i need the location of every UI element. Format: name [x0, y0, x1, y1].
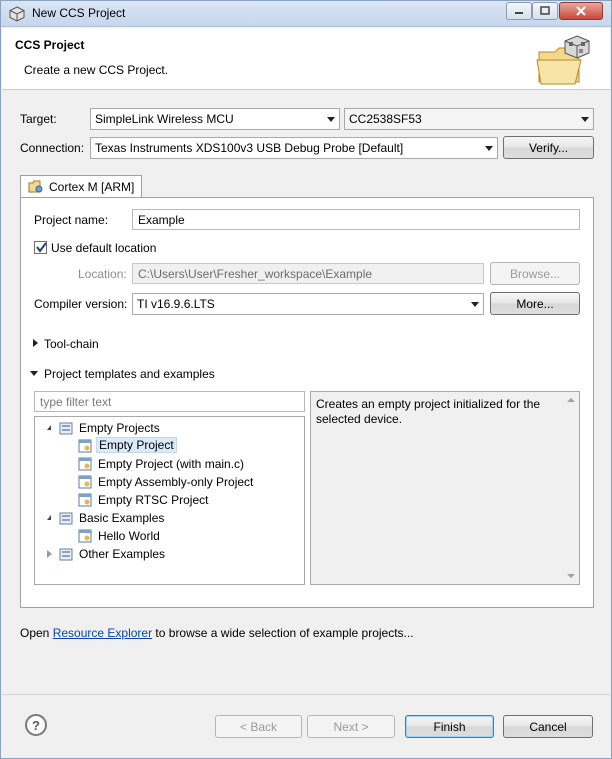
title-bar[interactable]: New CCS Project: [1, 1, 611, 27]
tree-label: Empty Projects: [79, 421, 160, 435]
tree-node-basic-examples[interactable]: Basic Examples: [35, 509, 304, 527]
tree-node-empty-projects[interactable]: Empty Projects: [35, 419, 304, 437]
footer-divider: [2, 694, 610, 695]
minimize-button[interactable]: [506, 2, 532, 20]
close-button[interactable]: [559, 2, 603, 20]
help-icon: ?: [32, 717, 40, 733]
tree-label: Empty RTSC Project: [98, 493, 209, 507]
tree-label: Empty Project (with main.c): [98, 457, 245, 471]
chevron-down-icon: [581, 117, 589, 122]
tab-label: Cortex M [ARM]: [49, 180, 135, 194]
close-icon: [576, 6, 586, 16]
folder-icon: [59, 548, 73, 561]
expanded-icon[interactable]: [47, 425, 51, 430]
tree-label: Other Examples: [79, 547, 166, 561]
project-name-input[interactable]: Example: [132, 209, 580, 230]
project-icon: [78, 475, 92, 489]
tree-label: Hello World: [98, 529, 160, 543]
project-name-label: Project name:: [34, 213, 109, 227]
connection-label: Connection:: [20, 141, 85, 155]
chevron-down-icon: [327, 117, 335, 122]
toolchain-section-label[interactable]: Tool-chain: [44, 337, 99, 351]
chevron-down-icon: [485, 146, 493, 151]
folder-icon: [59, 512, 73, 525]
chevron-down-icon[interactable]: [30, 371, 38, 376]
target-device-value: CC2538SF53: [349, 112, 422, 126]
maximize-button[interactable]: [532, 2, 558, 20]
project-icon: [78, 529, 92, 543]
project-icon: [78, 439, 92, 453]
tree-node-empty-project-main[interactable]: Empty Project (with main.c): [35, 455, 304, 473]
minimize-icon: [515, 12, 523, 14]
resource-prefix: Open: [20, 626, 50, 640]
new-project-folder-icon: [536, 35, 590, 85]
target-family-select[interactable]: SimpleLink Wireless MCU: [90, 108, 340, 130]
default-location-label[interactable]: Use default location: [51, 241, 156, 255]
connection-value: Texas Instruments XDS100v3 USB Debug Pro…: [95, 141, 404, 155]
tree-node-other-examples[interactable]: Other Examples: [35, 545, 304, 563]
resource-explorer-line: Open Resource Explorer to browse a wide …: [20, 626, 414, 640]
page-title: CCS Project: [15, 38, 85, 52]
target-device-select[interactable]: CC2538SF53: [344, 108, 594, 130]
checkmark-icon: [36, 242, 47, 253]
target-label: Target:: [20, 112, 57, 126]
project-icon: [78, 493, 92, 507]
folder-gear-icon: [28, 180, 43, 193]
cancel-button[interactable]: Cancel: [503, 715, 593, 738]
tree-node-empty-project[interactable]: Empty Project: [35, 437, 304, 455]
tree-label: Basic Examples: [79, 511, 165, 525]
default-location-checkbox[interactable]: [34, 241, 47, 254]
compiler-version-value: TI v16.9.6.LTS: [137, 297, 215, 311]
template-tree[interactable]: Empty Projects Empty Project Empty Proje…: [34, 416, 305, 585]
header-banner: CCS Project Create a new CCS Project.: [2, 28, 610, 90]
window-title: New CCS Project: [32, 6, 126, 20]
project-icon: [78, 457, 92, 471]
next-button[interactable]: Next >: [307, 715, 395, 738]
resource-suffix: to browse a wide selection of example pr…: [155, 626, 414, 640]
folder-icon: [59, 422, 73, 435]
compiler-version-select[interactable]: TI v16.9.6.LTS: [132, 293, 484, 315]
browse-button[interactable]: Browse...: [490, 262, 580, 285]
resource-explorer-link[interactable]: Resource Explorer: [53, 626, 152, 640]
tree-node-empty-rtsc[interactable]: Empty RTSC Project: [35, 491, 304, 509]
page-subtitle: Create a new CCS Project.: [24, 63, 169, 77]
tree-label: Empty Project: [96, 437, 177, 453]
more-button[interactable]: More...: [490, 292, 580, 315]
chevron-right-icon[interactable]: [33, 339, 38, 347]
template-description-panel: Creates an empty project initialized for…: [310, 391, 580, 585]
ccs-app-icon: [9, 6, 25, 22]
maximize-icon: [540, 6, 550, 15]
collapsed-icon[interactable]: [47, 550, 52, 558]
templates-section-label[interactable]: Project templates and examples: [44, 367, 215, 381]
help-button[interactable]: ?: [25, 714, 47, 736]
new-ccs-project-dialog: New CCS Project CCS Project Create a new…: [0, 0, 612, 759]
tree-label: Empty Assembly-only Project: [98, 475, 254, 489]
description-scrollbar[interactable]: [562, 392, 579, 584]
chevron-down-icon: [471, 302, 479, 307]
tree-node-empty-assembly[interactable]: Empty Assembly-only Project: [35, 473, 304, 491]
template-description: Creates an empty project initialized for…: [316, 397, 541, 426]
tab-cortex-m[interactable]: Cortex M [ARM]: [20, 175, 142, 198]
location-label: Location:: [78, 267, 127, 281]
compiler-version-label: Compiler version:: [34, 297, 128, 311]
location-input[interactable]: C:\Users\User\Fresher_workspace\Example: [132, 263, 484, 284]
scroll-up-icon[interactable]: [567, 398, 575, 402]
connection-select[interactable]: Texas Instruments XDS100v3 USB Debug Pro…: [90, 137, 498, 159]
verify-button[interactable]: Verify...: [503, 136, 594, 159]
target-family-value: SimpleLink Wireless MCU: [95, 112, 234, 126]
finish-button[interactable]: Finish: [405, 715, 494, 738]
scroll-down-icon[interactable]: [567, 574, 575, 578]
tree-node-hello-world[interactable]: Hello World: [35, 527, 304, 545]
expanded-icon[interactable]: [47, 515, 51, 520]
back-button[interactable]: < Back: [215, 715, 302, 738]
filter-input[interactable]: type filter text: [34, 391, 305, 412]
